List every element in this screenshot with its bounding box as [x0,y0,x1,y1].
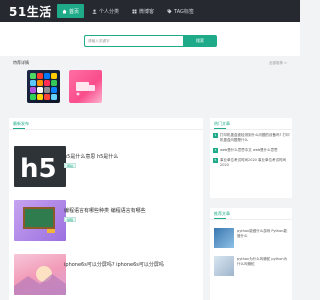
latest-posts-title: 最新发布 [13,121,29,129]
nav-microblog[interactable]: 微博客 [127,4,159,18]
post-item[interactable]: h5 h5是什么意思 h5是什么 网站 [14,146,198,190]
hot-article-item[interactable]: 5 事业单位考试时间2020 事业单位考试时间2020 [213,158,291,168]
related-thumbnail[interactable] [214,228,234,248]
hot-articles-header: 热门文章 [210,118,292,130]
related-link[interactable]: python能做什么游戏 Python能做什么 [237,229,289,239]
search-button[interactable]: 搜索 [183,35,217,47]
hot-article-link[interactable]: 打印机墨盒被检测到什么问题的设备吗? 打印机墨盒问题是什么 [220,133,291,143]
nav-personal-label: 个人分类 [99,8,120,15]
post-tag[interactable]: 网站 [64,163,77,168]
post-title[interactable]: 编程语言有哪些种类 编程语言有哪些 [64,207,146,214]
hot-articles-title: 热门文章 [214,121,230,129]
divider [210,219,292,220]
chalkboard-illustration [23,207,55,233]
main-menu: 首页 个人分类 微博客 TAG标签 [57,4,202,18]
post-thumbnail[interactable] [14,254,66,295]
featured-more-link[interactable]: 全部推荐 > [269,61,287,66]
nav-tags[interactable]: TAG标签 [162,4,199,18]
related-thumbnail[interactable] [214,256,234,276]
nav-microblog-label: 微博客 [139,8,155,15]
latest-posts-header: 最新发布 [9,118,203,130]
hot-articles: 热门文章 1 打印机墨盒被检测到什么问题的设备吗? 打印机墨盒问题是什么 3 web… [210,118,292,198]
nav-home-label: 首页 [69,8,80,15]
sunset-wallpaper-image [14,266,66,295]
recommended-header: 推荐文章 [210,208,292,220]
rank-badge: 1 [213,133,218,138]
related-item[interactable]: python为什么叫蟒蛇 python为什么叫蟒蛇 [214,256,290,278]
divider [210,129,292,130]
post-title[interactable]: h5是什么意思 h5是什么 [64,153,118,160]
grid-icon [132,9,137,13]
related-item[interactable]: python能做什么游戏 Python能做什么 [214,228,290,250]
hot-articles-list: 1 打印机墨盒被检测到什么问题的设备吗? 打印机墨盒问题是什么 3 web是什么意思… [213,133,291,173]
top-navbar: 51生活 首页 个人分类 微博客 TAG标签 [0,0,300,22]
featured-section: 特荐详情 全部推荐 > [9,58,291,112]
nav-tags-label: TAG标签 [174,8,194,15]
app-icons-grid [30,73,57,100]
rank-badge: 3 [213,148,218,153]
search-banner: 搜索 [0,22,300,56]
recommended-articles: 推荐文章 python能做什么游戏 Python能做什么 python为什么叫蟒… [210,208,292,300]
hot-article-link[interactable]: 事业单位考试时间2020 事业单位考试时间2020 [220,158,291,168]
recommended-title: 推荐文章 [214,211,230,219]
post-item[interactable]: iphone6s可以分屏吗? iphone6s可以分屏吗 [14,254,198,298]
post-thumbnail[interactable] [14,200,66,241]
post-tag[interactable]: 编程 [64,217,77,222]
hot-article-link[interactable]: web是什么意思中文 web是什么意思 [220,148,291,153]
latest-posts: 最新发布 h5 h5是什么意思 h5是什么 网站 编程语言有哪些种类 编程语言有… [9,118,203,300]
home-icon [62,9,67,13]
h5-logo-icon: h5 [20,154,57,184]
post-title[interactable]: iphone6s可以分屏吗? iphone6s可以分屏吗 [64,261,164,268]
svg-text:h5: h5 [20,154,57,184]
featured-image-apps[interactable] [27,70,60,103]
hot-article-item[interactable]: 3 web是什么意思中文 web是什么意思 [213,148,291,153]
divider [9,129,203,130]
featured-image-pink[interactable] [69,70,102,103]
nav-personal[interactable]: 个人分类 [87,4,124,18]
device-illustration [76,82,95,96]
person-icon [92,9,97,14]
nav-home[interactable]: 首页 [57,4,85,18]
related-link[interactable]: python为什么叫蟒蛇 python为什么叫蟒蛇 [237,257,289,267]
hot-article-item[interactable]: 1 打印机墨盒被检测到什么问题的设备吗? 打印机墨盒问题是什么 [213,133,291,143]
featured-title: 特荐详情 [13,60,29,65]
tag-icon [167,9,172,13]
site-logo[interactable]: 51生活 [9,3,52,20]
search-input[interactable] [84,35,183,47]
post-item[interactable]: 编程语言有哪些种类 编程语言有哪些 编程 [14,200,198,244]
post-thumbnail[interactable]: h5 [14,146,66,187]
search-bar: 搜索 [84,35,217,47]
rank-badge: 5 [213,158,218,163]
